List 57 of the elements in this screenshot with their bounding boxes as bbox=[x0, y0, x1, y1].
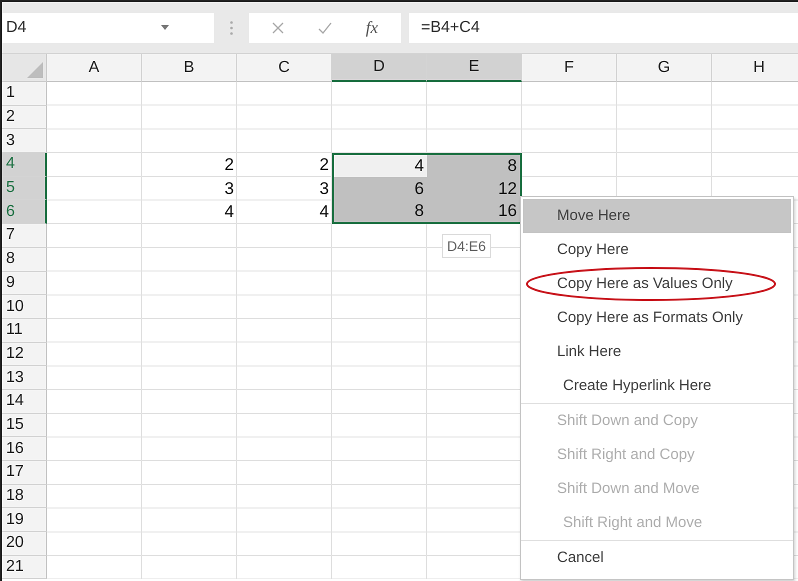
row-header[interactable]: 19 bbox=[2, 508, 47, 532]
row-header[interactable]: 5 bbox=[2, 176, 47, 200]
column-header[interactable]: E bbox=[427, 54, 522, 82]
caret-icon[interactable] bbox=[161, 25, 169, 30]
table-cell: 16 bbox=[427, 200, 522, 224]
menu-item[interactable]: Copy Here as Formats Only bbox=[521, 301, 793, 335]
row-header[interactable]: 6 bbox=[2, 200, 47, 224]
range-tooltip: D4:E6 bbox=[442, 234, 491, 258]
insert-function-button[interactable]: fx bbox=[366, 18, 378, 38]
row-header[interactable]: 8 bbox=[2, 248, 47, 272]
table-cell: 8 bbox=[427, 153, 522, 177]
menu-item[interactable]: Copy Here as Values Only bbox=[521, 267, 793, 301]
column-header[interactable]: F bbox=[522, 54, 617, 82]
table-cell-text: 3 bbox=[224, 178, 235, 200]
row-header[interactable]: 15 bbox=[2, 414, 47, 438]
row-header[interactable]: 7 bbox=[2, 224, 47, 248]
menu-item[interactable]: Create Hyperlink Here bbox=[563, 369, 793, 404]
column-header[interactable]: D bbox=[332, 54, 427, 82]
table-cell: 12 bbox=[427, 176, 522, 200]
row-header[interactable]: 9 bbox=[2, 272, 47, 296]
table-cell: 8 bbox=[332, 200, 427, 224]
grip-icon bbox=[230, 20, 233, 34]
row-header[interactable]: 3 bbox=[2, 129, 47, 154]
row-header[interactable]: 11 bbox=[2, 318, 47, 343]
row-header[interactable]: 4 bbox=[2, 153, 47, 177]
row-header[interactable]: 10 bbox=[2, 295, 47, 319]
column-header[interactable]: C bbox=[237, 54, 332, 82]
row-header[interactable]: 14 bbox=[2, 390, 47, 414]
table-cell: 6 bbox=[332, 176, 427, 200]
menu-item[interactable]: Move Here bbox=[523, 199, 791, 233]
row-header[interactable]: 2 bbox=[2, 106, 47, 130]
row-header[interactable]: 1 bbox=[2, 82, 47, 106]
row-header[interactable]: 13 bbox=[2, 366, 47, 390]
menu-item[interactable]: Copy Here bbox=[521, 233, 793, 267]
row-header[interactable]: 17 bbox=[2, 461, 47, 485]
column-header[interactable]: B bbox=[142, 54, 237, 82]
row-header[interactable]: 21 bbox=[2, 556, 47, 580]
column-header[interactable]: H bbox=[712, 54, 798, 82]
menu-item[interactable]: Cancel bbox=[521, 541, 793, 575]
table-cell-text: 2 bbox=[224, 154, 235, 176]
table-cell-text: 4 bbox=[224, 201, 235, 224]
cancel-icon[interactable] bbox=[272, 22, 284, 34]
table-cell-text: 2 bbox=[318, 154, 330, 176]
menu-item[interactable]: Link Here bbox=[521, 335, 793, 369]
name-box[interactable]: D4 bbox=[2, 12, 214, 42]
table-cell: 4 bbox=[332, 153, 427, 177]
row-header[interactable]: 18 bbox=[2, 484, 47, 508]
table-cell-text: 3 bbox=[318, 178, 330, 200]
select-all-icon[interactable] bbox=[27, 62, 43, 78]
row-header[interactable]: 20 bbox=[2, 532, 47, 556]
row-header[interactable]: 12 bbox=[2, 342, 47, 366]
formula-field[interactable]: =B4+C4 bbox=[409, 12, 798, 42]
check-icon[interactable] bbox=[318, 22, 332, 34]
row-header[interactable]: 16 bbox=[2, 437, 47, 461]
column-header[interactable]: A bbox=[47, 54, 142, 82]
table-cell-text: 4 bbox=[318, 201, 330, 224]
column-header[interactable]: G bbox=[617, 54, 712, 82]
